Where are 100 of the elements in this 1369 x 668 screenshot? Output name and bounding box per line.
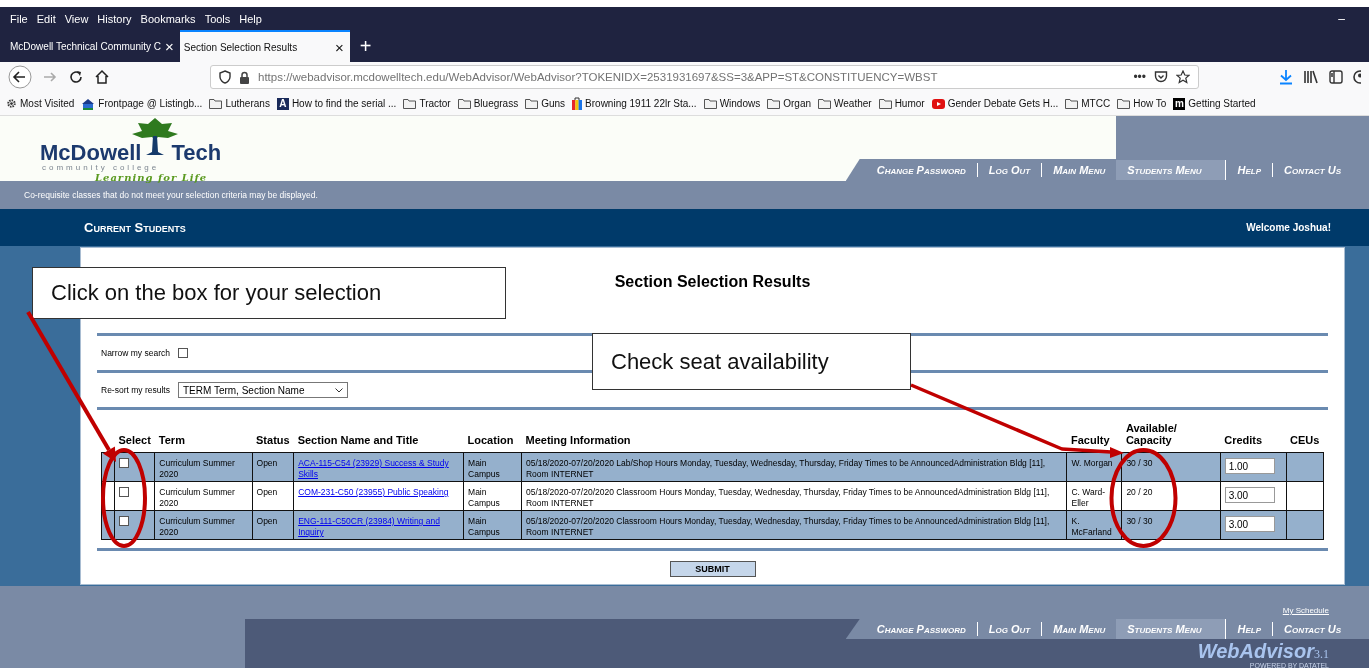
credits-field[interactable]: 1.00 — [1224, 458, 1275, 474]
gear-icon — [6, 98, 17, 109]
table-cell: 05/18/2020-07/20/2020 Classroom Hours Monday, Tuesday, Wednesday, Thursday, Friday Times to be AnnouncedAdministration Bldg [11], Room INTERNET — [521, 510, 1067, 540]
star-icon[interactable] — [1176, 70, 1190, 84]
bookmark-link[interactable]: Most Visited — [20, 98, 75, 109]
column-header: Select — [114, 416, 155, 453]
table-cell: Curriculum Summer 2020 — [154, 481, 253, 511]
select-checkbox[interactable] — [118, 458, 129, 468]
notice-text: Co-requisite classes that do not meet your selection criteria may be displayed. — [24, 190, 318, 200]
back-icon[interactable] — [8, 65, 32, 89]
reload-icon[interactable] — [68, 69, 84, 85]
bookmark-link[interactable]: Organ — [783, 98, 811, 109]
nav-link[interactable]: Help — [1226, 622, 1273, 636]
column-header: CEUs — [1286, 416, 1324, 453]
narrow-search-checkbox[interactable] — [177, 348, 188, 358]
folder-icon — [1065, 98, 1079, 109]
version-text: 3.1 — [1314, 647, 1329, 661]
bookmark-link[interactable]: Weather — [834, 98, 872, 109]
logo-tagline: Learning for Life — [95, 172, 209, 184]
nav-link[interactable]: Main Menu — [1042, 163, 1117, 177]
table-cell: Main Campus — [463, 481, 522, 511]
letter-icon: A — [276, 97, 289, 110]
page-title: Section Selection Results — [614, 273, 811, 291]
bookmark-link[interactable]: Frontpage @ Listingb... — [98, 98, 203, 109]
table-cell: 20 / 20 — [1121, 481, 1221, 511]
page-actions-button[interactable]: ••• — [1133, 70, 1146, 84]
credits-field[interactable]: 3.00 — [1224, 516, 1275, 532]
nav-link[interactable]: Contact Us — [1273, 163, 1352, 177]
bookmark-link[interactable]: Lutherans — [225, 98, 270, 109]
browser-tab[interactable]: McDowell Technical Community C × — [6, 30, 180, 62]
browser-tab[interactable]: Section Selection Results × — [179, 30, 350, 62]
bookmark-link[interactable]: Browning 1911 22lr Sta... — [585, 98, 697, 109]
menu-item[interactable]: Edit — [36, 12, 56, 25]
folder-icon — [457, 98, 471, 109]
minimize-button[interactable]: – — [1338, 11, 1345, 26]
nav-link[interactable]: Contact Us — [1273, 622, 1352, 636]
column-header: Credits — [1220, 416, 1287, 453]
bookmark-link[interactable]: Getting Started — [1188, 98, 1256, 109]
nav-link[interactable]: Log Out — [977, 163, 1043, 177]
bag-icon — [572, 97, 583, 110]
table-cell: Main Campus — [463, 510, 522, 540]
nav-link[interactable]: Log Out — [977, 622, 1043, 636]
table-cell: Main Campus — [463, 452, 522, 482]
select-checkbox[interactable] — [118, 516, 129, 526]
section-title: Current Students — [84, 220, 186, 235]
letter-icon: m — [1173, 97, 1186, 110]
bookmark-link[interactable]: Tractor — [419, 98, 451, 109]
select-checkbox[interactable] — [118, 487, 129, 497]
column-header: Status — [252, 416, 294, 453]
download-icon[interactable] — [1279, 69, 1293, 85]
bookmark-link[interactable]: Windows — [719, 98, 761, 109]
column-header: Section Name and Title — [293, 416, 464, 453]
nav-link[interactable]: Help — [1226, 163, 1273, 177]
folder-icon — [525, 98, 539, 109]
bookmark-link[interactable]: Humor — [894, 98, 925, 109]
bookmark-link[interactable]: Bluegrass — [473, 98, 519, 109]
resort-label: Re-sort my results — [101, 385, 170, 395]
folder-icon — [818, 98, 831, 109]
nav-link[interactable]: Change Password — [865, 163, 978, 177]
account-icon[interactable] — [1353, 70, 1361, 84]
bookmark-link[interactable]: How To — [1133, 98, 1167, 109]
menu-item[interactable]: Help — [239, 12, 262, 25]
pocket-icon[interactable] — [1154, 70, 1168, 84]
folder-icon — [878, 98, 892, 109]
column-header: Location — [463, 416, 522, 453]
new-tab-button[interactable]: + — [349, 30, 382, 62]
table-cell: 05/18/2020-07/20/2020 Lab/Shop Hours Monday, Tuesday, Wednesday, Thursday, Friday Times to be AnnouncedAdministration Bldg [11], Room INTERNET — [521, 452, 1067, 482]
column-header: Available/ Capacity — [1121, 416, 1221, 453]
folder-icon — [403, 98, 417, 109]
schedule-link[interactable]: My Schedule — [1282, 606, 1329, 615]
shield-icon — [219, 70, 231, 84]
library-icon[interactable] — [1303, 70, 1319, 84]
narrow-search-label: Narrow my search — [101, 348, 170, 358]
lock-icon — [239, 70, 250, 84]
column-header: Faculty — [1067, 416, 1122, 453]
bookmark-link[interactable]: Gender Debate Gets H... — [947, 98, 1059, 109]
nav-link[interactable]: Main Menu — [1042, 622, 1117, 636]
sort-dropdown[interactable]: TERM Term, Section Name — [177, 382, 348, 398]
welcome-text: Welcome Joshua! — [1246, 222, 1331, 233]
home-icon[interactable] — [94, 69, 110, 85]
folder-icon — [209, 98, 223, 109]
column-header: Meeting Information — [521, 416, 1067, 453]
menu-item[interactable]: File — [10, 12, 28, 25]
table-cell: Open — [252, 481, 294, 511]
bookmark-link[interactable]: How to find the serial ... — [291, 98, 397, 109]
credits-field[interactable]: 3.00 — [1224, 487, 1275, 503]
folder-icon — [703, 98, 717, 109]
url-text: https://webadvisor.mcdowelltech.edu/WebAdvisor/WebAdvisor?TOKENIDX=2531931697&SS=3&APP=ST&CONSTITUENCY=WBST — [258, 71, 939, 83]
bookmark-link[interactable]: Guns — [541, 98, 566, 109]
sidebar-icon[interactable] — [1329, 70, 1343, 84]
nav-link[interactable]: Change Password — [865, 622, 978, 636]
bookmark-link[interactable]: MTCC — [1081, 98, 1111, 109]
submit-button[interactable]: SUBMIT — [669, 561, 756, 577]
logo-subtitle: community college — [42, 164, 161, 172]
menu-item[interactable]: View — [64, 12, 89, 25]
address-bar[interactable]: https://webadvisor.mcdowelltech.edu/WebAdvisor/WebAdvisor?TOKENIDX=2531931697&SS=3&APP=ST&CONSTITUENCY=WBST ••• — [210, 65, 1199, 89]
menu-item[interactable]: Tools — [204, 12, 231, 25]
menu-item[interactable]: Bookmarks — [140, 12, 196, 25]
menu-item[interactable]: History — [97, 12, 132, 25]
brand-logo: WebAdvisor — [1197, 640, 1314, 662]
